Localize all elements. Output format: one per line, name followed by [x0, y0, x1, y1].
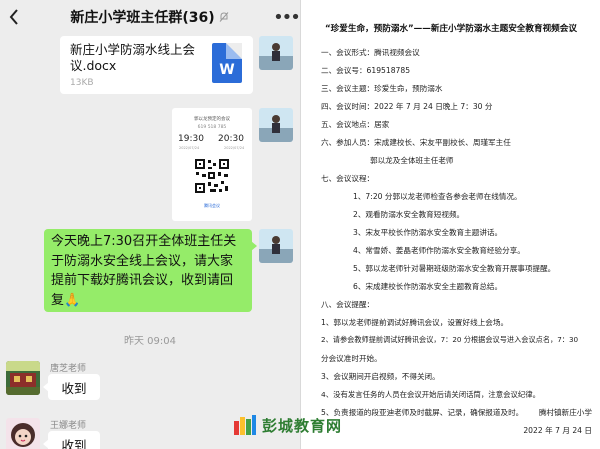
doc-line: 分会议准时开始。 — [321, 354, 382, 363]
doc-line: 八、会议提醒： — [321, 300, 375, 309]
doc-line: 1、7:20 分郭以龙老师检查各参会老师在线情况。 — [353, 192, 522, 201]
reply-bubble[interactable]: 收到 — [48, 431, 100, 449]
doc-line: 4、没有发言任务的人员在会议开始后请关闭话筒，注意会议纪律。 — [321, 390, 541, 399]
mute-bell-icon — [218, 8, 230, 27]
doc-line: 一、会议形式：腾讯视频会议 — [321, 48, 420, 57]
doc-line: 4、常雪娇、姜晶老师作防溺水安全教育经验分享。 — [353, 246, 525, 255]
sender-name: 唐芝老师 — [50, 364, 87, 374]
file-size: 13KB — [70, 78, 94, 88]
document-panel: “珍爱生命，预防溺水”——新庄小学防溺水主题安全教育视频会议 一、会议形式：腾讯… — [300, 0, 600, 449]
doc-line: 6、宋成建校长作防溺水安全主题教育总结。 — [353, 282, 503, 291]
chat-header: 新庄小学班主任群(36) ••• — [0, 0, 300, 34]
message-bubble[interactable]: 今天晚上7:30召开全体班主任关于防溺水安全线上会议，请大家提前下载好腾讯会议，… — [44, 229, 252, 312]
doc-line: 3、会议期间开启视频，不得关闭。 — [321, 372, 440, 381]
meeting-start-time: 19:30 — [178, 134, 204, 144]
watermark-text: 彭城教育网 — [262, 416, 343, 435]
more-options-icon[interactable]: ••• — [272, 0, 300, 34]
meeting-invite-image[interactable]: 郭以龙预定的会议 619 518 785 19:30 20:30 2022/07… — [172, 108, 252, 221]
doc-line: 2、请参会教师提前调试好腾讯会议，7：20 分根据会议号进入会议点名，7：30 — [321, 335, 579, 344]
doc-line: 六、参加人员：宋成建校长、宋友平副校长、周瑾军主任 — [321, 138, 511, 147]
chat-panel: 新庄小学班主任群(36) ••• 新庄小学防溺水线上会议.docx 13KB W… — [0, 0, 300, 449]
avatar[interactable] — [259, 108, 293, 142]
watermark: 彭城教育网 — [232, 413, 342, 437]
avatar[interactable] — [6, 361, 40, 395]
meeting-start-date: 2022/07/24 — [179, 146, 200, 150]
meeting-end-date: 2022/07/24 — [224, 146, 245, 150]
meeting-brand-label: 腾讯会议 — [204, 203, 220, 208]
doc-line: 5、郭以龙老师针对暑期班级防溺水安全教育开展事项提醒。 — [353, 264, 556, 273]
word-document-icon: W — [212, 43, 242, 83]
timestamp: 昨天 09:04 — [124, 336, 176, 347]
doc-line: 四、会议时间：2022 年 7 月 24 日晚上 7：30 分 — [321, 102, 493, 111]
doc-date: 2022 年 7 月 24 日 — [523, 426, 592, 435]
sender-name: 王娜老师 — [50, 421, 87, 431]
meeting-number: 619 518 785 — [197, 125, 227, 130]
file-name: 新庄小学防溺水线上会议.docx — [70, 42, 196, 73]
doc-line: 1、郭以龙老师提前调试好腾讯会议，设置好线上会场。 — [321, 318, 509, 327]
doc-line: 5、负责报道的段亚迪老师及时截屏、记录，确保报道及时。 — [321, 408, 524, 417]
doc-line: 郭以龙及全体班主任老师 — [370, 156, 454, 165]
doc-line: 五、会议地点：居家 — [321, 120, 390, 129]
meeting-title: 郭以龙预定的会议 — [194, 117, 230, 122]
doc-line: 3、宋友平校长作防溺水安全教育主题讲话。 — [353, 228, 503, 237]
document-title: “珍爱生命，预防溺水”——新庄小学防溺水主题安全教育视频会议 — [325, 24, 577, 34]
avatar[interactable] — [6, 418, 40, 449]
books-logo-icon — [234, 415, 256, 435]
doc-line: 二、会议号：619518785 — [321, 66, 411, 75]
doc-signature: 腾村镇新庄小学 — [538, 408, 592, 417]
doc-line: 三、会议主题：珍爱生命，预防溺水 — [321, 84, 443, 93]
file-message-card[interactable]: 新庄小学防溺水线上会议.docx 13KB W — [60, 36, 253, 94]
doc-line: 2、观看防溺水安全教育短视频。 — [353, 210, 465, 219]
reply-bubble[interactable]: 收到 — [48, 374, 100, 400]
doc-line: 七、会议议程： — [321, 174, 375, 183]
back-arrow-icon[interactable] — [0, 0, 28, 34]
meeting-end-time: 20:30 — [218, 134, 244, 144]
group-title: 新庄小学班主任群(36) — [70, 10, 215, 26]
qr-code-icon — [194, 158, 230, 194]
avatar[interactable] — [259, 36, 293, 70]
avatar[interactable] — [259, 229, 293, 263]
